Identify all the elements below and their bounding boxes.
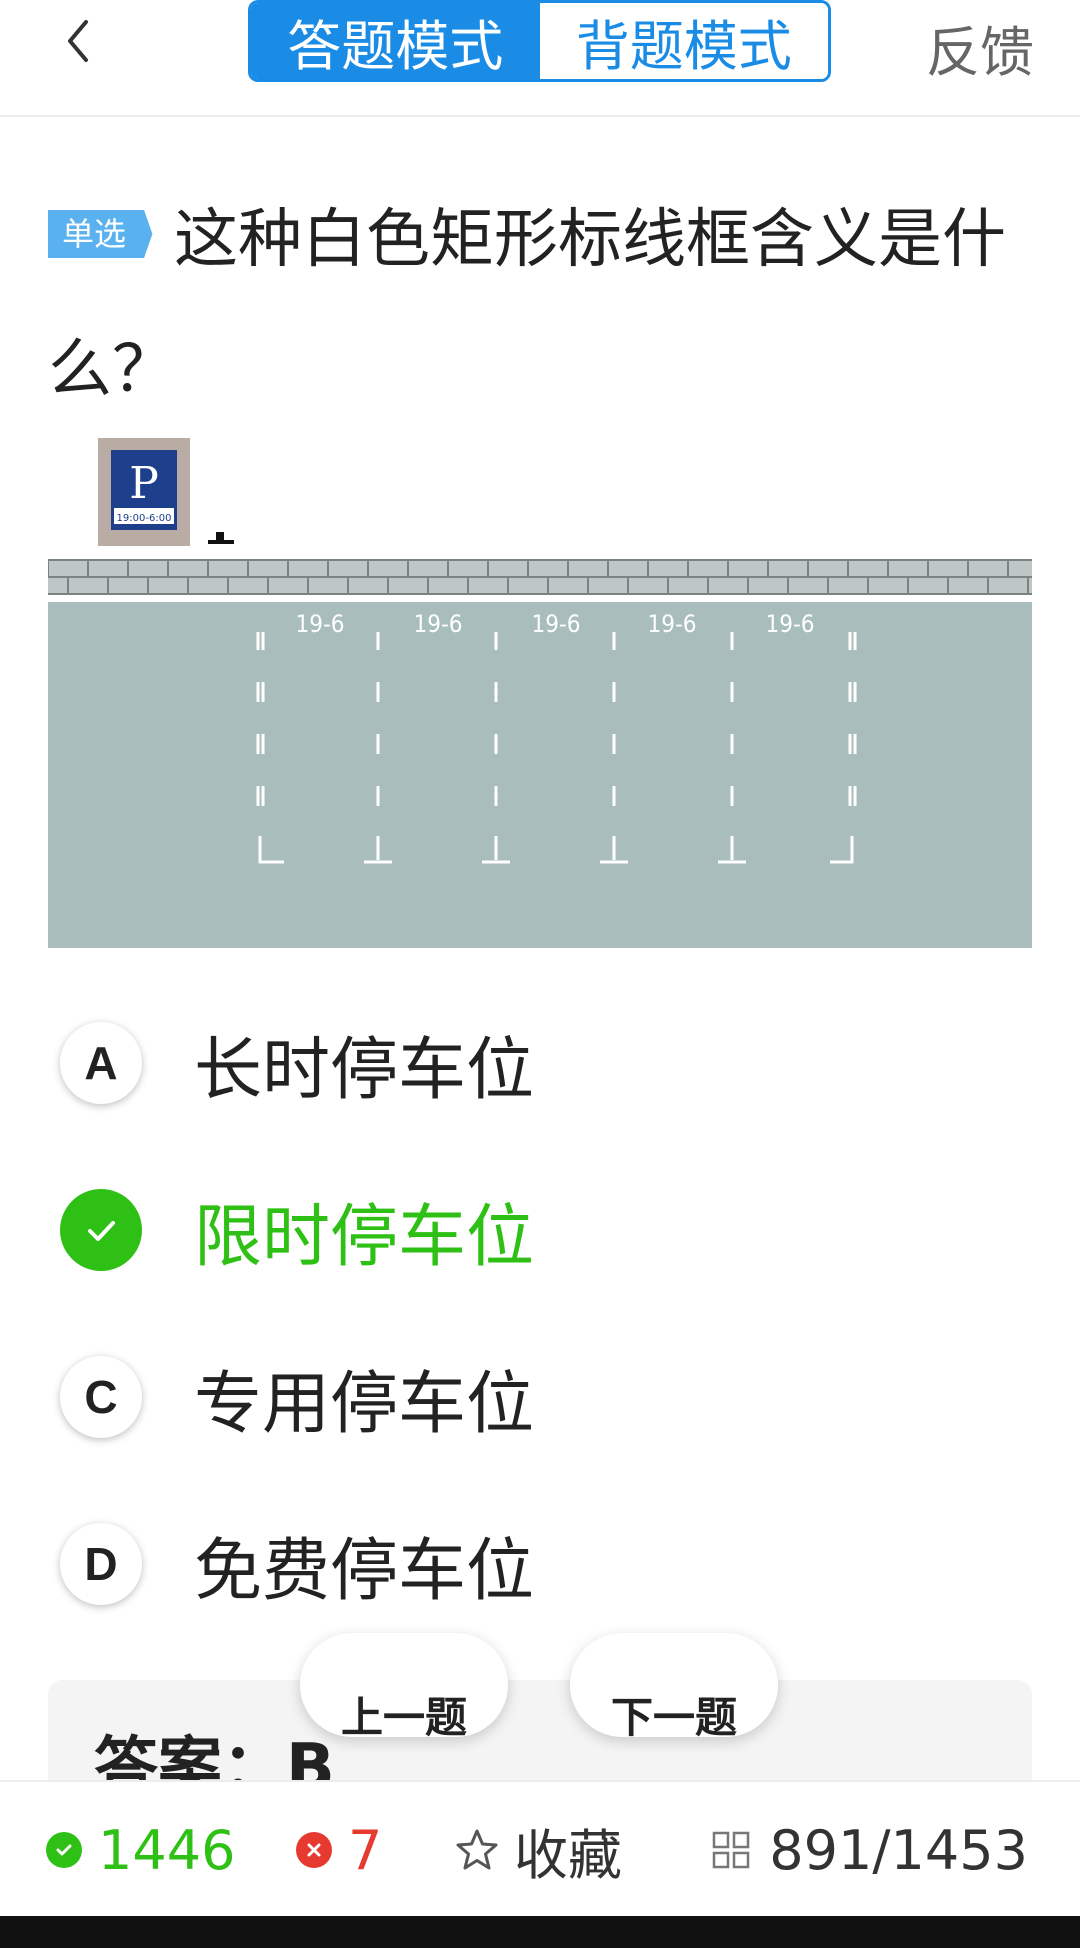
answer-text: 答案：B	[94, 1731, 335, 1790]
option-c[interactable]: C 专用停车位	[60, 1352, 960, 1444]
svg-text:19:00-6:00: 19:00-6:00	[117, 513, 172, 524]
mode-switch: 答题模式 背题模式	[248, 0, 831, 82]
question-type-tag: 单选	[48, 210, 157, 258]
star-icon	[456, 1829, 498, 1870]
next-question-button[interactable]: 下一题	[570, 1633, 778, 1737]
question-text: 这种白色矩形标线框含义是什么？	[48, 203, 1007, 407]
chevron-left-icon	[68, 20, 88, 62]
cross-circle-icon	[296, 1832, 332, 1868]
question-illustration: P 19:00-6:00 19-6 19-6 19-6 19-6 19-6	[47, 436, 1032, 948]
check-circle-icon	[46, 1832, 82, 1868]
option-c-badge: C	[60, 1356, 142, 1438]
parking-diagram: P 19:00-6:00 19-6 19-6 19-6 19-6 19-6	[47, 436, 1032, 948]
answer-panel: 答案：B	[48, 1680, 1032, 1790]
checkmark-icon	[60, 1189, 142, 1271]
bottom-bar: 1446 7 收藏 891/1453	[0, 1780, 1080, 1918]
favorite-button[interactable]: 收藏	[454, 1782, 622, 1918]
option-b[interactable]: 限时停车位	[60, 1185, 960, 1277]
slot-label: 19-6	[296, 610, 345, 638]
correct-count[interactable]: 1446	[46, 1782, 235, 1918]
svg-text:P: P	[129, 458, 159, 509]
option-a-text: 长时停车位	[194, 1030, 535, 1110]
question-progress[interactable]: 891/1453	[711, 1782, 1028, 1918]
favorite-label: 收藏	[514, 1823, 622, 1887]
top-bar: 答题模式 背题模式 反馈	[0, 0, 1080, 117]
prev-question-label: 上一题	[340, 1693, 467, 1737]
option-d[interactable]: D 免费停车位	[60, 1519, 960, 1611]
parking-sign-icon: P 19:00-6:00	[98, 438, 190, 546]
option-a-badge: A	[60, 1022, 142, 1104]
system-nav-bar	[0, 1916, 1080, 1948]
prev-question-button[interactable]: 上一题	[300, 1633, 508, 1737]
option-d-badge: D	[60, 1523, 142, 1605]
slot-label: 19-6	[414, 610, 463, 638]
progress-value: 891/1453	[769, 1818, 1028, 1882]
option-c-text: 专用停车位	[194, 1364, 535, 1444]
wrong-count[interactable]: 7	[296, 1782, 382, 1918]
grid-icon	[713, 1831, 750, 1869]
slot-label: 19-6	[766, 610, 815, 638]
tab-answer-mode[interactable]: 答题模式	[251, 3, 540, 79]
option-b-text: 限时停车位	[194, 1197, 535, 1277]
tab-memorize-mode[interactable]: 背题模式	[539, 3, 828, 79]
correct-count-value: 1446	[98, 1818, 236, 1882]
option-a[interactable]: A 长时停车位	[60, 1018, 960, 1110]
slot-label: 19-6	[532, 610, 581, 638]
feedback-button[interactable]: 反馈	[926, 8, 1034, 87]
next-question-label: 下一题	[610, 1693, 737, 1737]
wrong-count-value: 7	[348, 1818, 383, 1882]
slot-label: 19-6	[648, 610, 697, 638]
option-d-text: 免费停车位	[194, 1531, 535, 1611]
back-button[interactable]	[60, 16, 100, 66]
question-text-block: 单选 这种白色矩形标线框含义是什么？	[48, 175, 1038, 435]
